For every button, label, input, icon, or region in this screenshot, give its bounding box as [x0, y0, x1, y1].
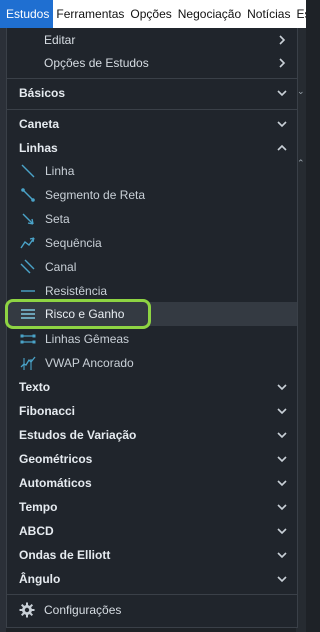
category-tempo[interactable]: Tempo [7, 495, 297, 519]
resistance-icon [19, 282, 37, 300]
category-label: Ângulo [19, 572, 61, 586]
submenu-label: Editar [44, 33, 76, 47]
chevron-down-icon [277, 90, 287, 97]
category-fibonacci[interactable]: Fibonacci [7, 399, 297, 423]
chevron-up-icon [277, 144, 287, 151]
tool-label: VWAP Ancorado [45, 356, 134, 370]
tool-label: Linhas Gêmeas [45, 332, 130, 346]
category-basicos[interactable]: Básicos [7, 81, 297, 105]
category-angulo[interactable]: Ângulo [7, 567, 297, 591]
category-label: Ondas de Elliott [19, 548, 111, 562]
arrow-icon [19, 210, 37, 228]
tool-label: Segmento de Reta [45, 188, 146, 202]
chevron-down-icon [277, 552, 287, 559]
menu-estu-truncated[interactable]: Estu [293, 0, 306, 28]
menu-opcoes[interactable]: Opções [127, 0, 174, 28]
menu-estudos[interactable]: Estudos [0, 0, 54, 28]
category-label: Básicos [19, 86, 66, 100]
chevron-right-icon [279, 58, 286, 68]
chevron-down-icon [277, 528, 287, 535]
settings-item[interactable]: Configurações [7, 598, 297, 622]
tool-label: Linha [45, 164, 75, 178]
category-label: Linhas [19, 141, 58, 155]
divider [7, 109, 297, 110]
tool-vwap-ancorado[interactable]: VWAP Ancorado [7, 351, 297, 375]
estudos-dropdown: Editar Opções de Estudos Básicos Caneta … [5, 28, 298, 628]
gear-icon [19, 602, 35, 618]
channel-icon [19, 258, 37, 276]
chevron-down-icon [277, 121, 287, 128]
tool-label: Canal [45, 260, 77, 274]
category-label: Tempo [19, 500, 58, 514]
tool-linhas-gemeas[interactable]: Linhas Gêmeas [7, 327, 297, 351]
chevron-up-icon: ⌃ [297, 158, 305, 168]
category-label: Texto [19, 380, 51, 394]
settings-label: Configurações [44, 603, 122, 617]
chevron-down-icon [277, 432, 287, 439]
chevron-down-icon [277, 504, 287, 511]
tool-segmento-de-reta[interactable]: Segmento de Reta [7, 183, 297, 207]
menu-noticias[interactable]: Notícias [244, 0, 293, 28]
submenu-editar[interactable]: Editar [7, 28, 297, 52]
category-automaticos[interactable]: Automáticos [7, 471, 297, 495]
sequence-icon [19, 234, 37, 252]
chevron-down-icon [277, 456, 287, 463]
category-abcd[interactable]: ABCD [7, 519, 297, 543]
tool-label: Resistência [45, 284, 108, 298]
category-label: Fibonacci [19, 404, 76, 418]
menu-negociacao[interactable]: Negociação [175, 0, 244, 28]
submenu-opcoes-estudos[interactable]: Opções de Estudos [7, 51, 297, 75]
category-caneta[interactable]: Caneta [7, 112, 297, 136]
tool-canal[interactable]: Canal [7, 255, 297, 279]
category-label: Geométricos [19, 452, 93, 466]
divider [7, 78, 297, 79]
submenu-label: Opções de Estudos [44, 56, 149, 70]
category-label: Estudos de Variação [19, 428, 137, 442]
menu-ferramentas[interactable]: Ferramentas [53, 0, 127, 28]
tool-linha[interactable]: Linha [7, 159, 297, 183]
category-label: ABCD [19, 524, 54, 538]
chevron-down-icon: ⌄ [297, 86, 305, 96]
category-label: Caneta [19, 117, 60, 131]
segment-icon [19, 186, 37, 204]
tool-label: Seta [45, 212, 70, 226]
vwap-icon [19, 354, 37, 372]
category-texto[interactable]: Texto [7, 375, 297, 399]
category-geometricos[interactable]: Geométricos [7, 447, 297, 471]
divider [7, 594, 297, 595]
chevron-down-icon [277, 576, 287, 583]
category-estudos-de-variacao[interactable]: Estudos de Variação [7, 423, 297, 447]
chevron-down-icon [277, 384, 287, 391]
tool-sequencia[interactable]: Sequência [7, 231, 297, 255]
tool-seta[interactable]: Seta [7, 207, 297, 231]
chevron-down-icon [277, 480, 287, 487]
chevron-down-icon [277, 408, 287, 415]
line-icon [19, 162, 37, 180]
menu-bar: Estudos Ferramentas Opções Negociação No… [0, 0, 306, 28]
tool-label: Sequência [45, 236, 102, 250]
highlight-outline [5, 299, 151, 329]
chevron-right-icon [279, 35, 286, 45]
twin-lines-icon [19, 330, 37, 348]
category-linhas[interactable]: Linhas [7, 136, 297, 160]
category-label: Automáticos [19, 476, 92, 490]
category-ondas-de-elliott[interactable]: Ondas de Elliott [7, 543, 297, 567]
